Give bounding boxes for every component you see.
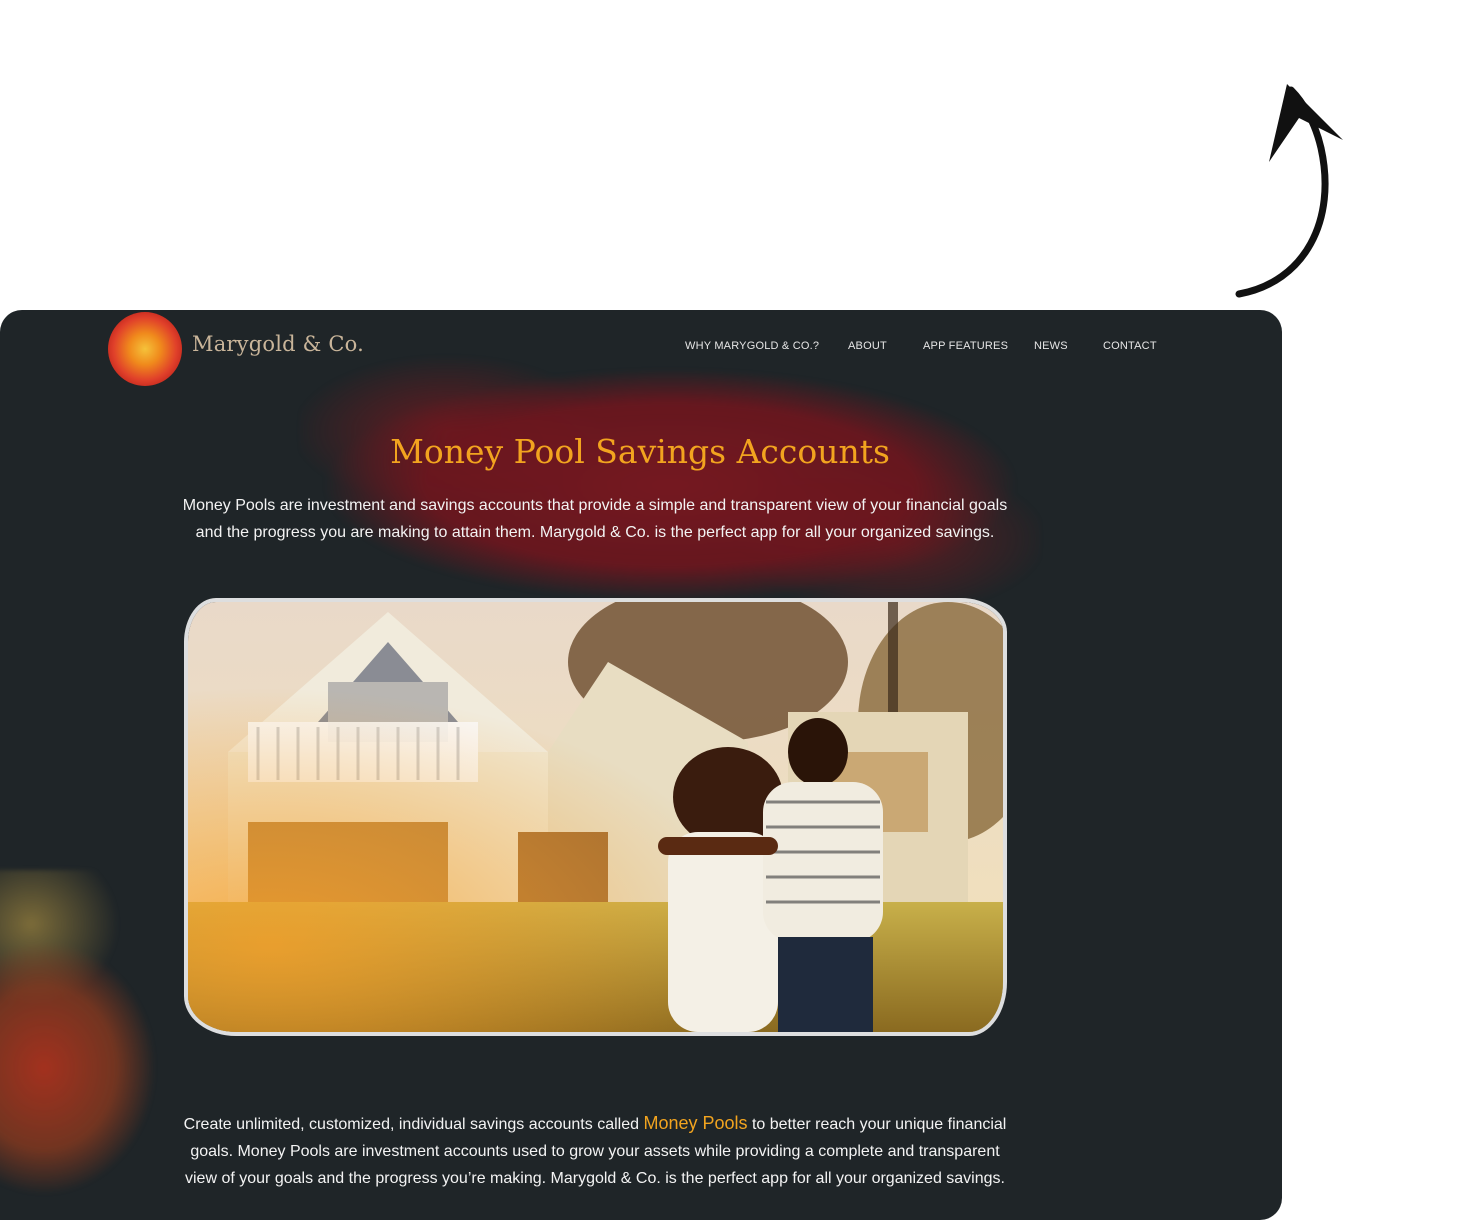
hero-description: Money Pools are investment and savings a… (182, 497, 1008, 541)
nav-item-app-features[interactable]: APP FEATURES (923, 340, 1008, 352)
body-description: Create unlimited, customized, individual… (180, 1110, 1010, 1192)
page-title: Money Pool Savings Accounts (390, 432, 890, 471)
money-pools-highlight: Money Pools (643, 1113, 748, 1133)
nav-item-news[interactable]: NEWS (1034, 340, 1068, 352)
nav-item-about[interactable]: ABOUT (848, 340, 887, 352)
couple-house-photo (188, 602, 1003, 1032)
curved-arrow-icon (1235, 84, 1343, 298)
body-text-intro: Create unlimited, customized, individual… (183, 1116, 644, 1133)
orange-brush-decoration (0, 870, 200, 1220)
red-brush-background (300, 350, 1040, 620)
nav-item-why-marygold[interactable]: WHY MARYGOLD & CO.? (685, 340, 819, 352)
marigold-flower-icon[interactable] (108, 312, 182, 386)
brand-name[interactable]: Marygold & Co. (192, 332, 364, 356)
website-window: Marygold & Co. WHY MARYGOLD & CO.? ABOUT… (0, 310, 1282, 1220)
top-navigation: Marygold & Co. WHY MARYGOLD & CO.? ABOUT… (0, 310, 1282, 386)
nav-item-contact[interactable]: CONTACT (1103, 340, 1157, 352)
